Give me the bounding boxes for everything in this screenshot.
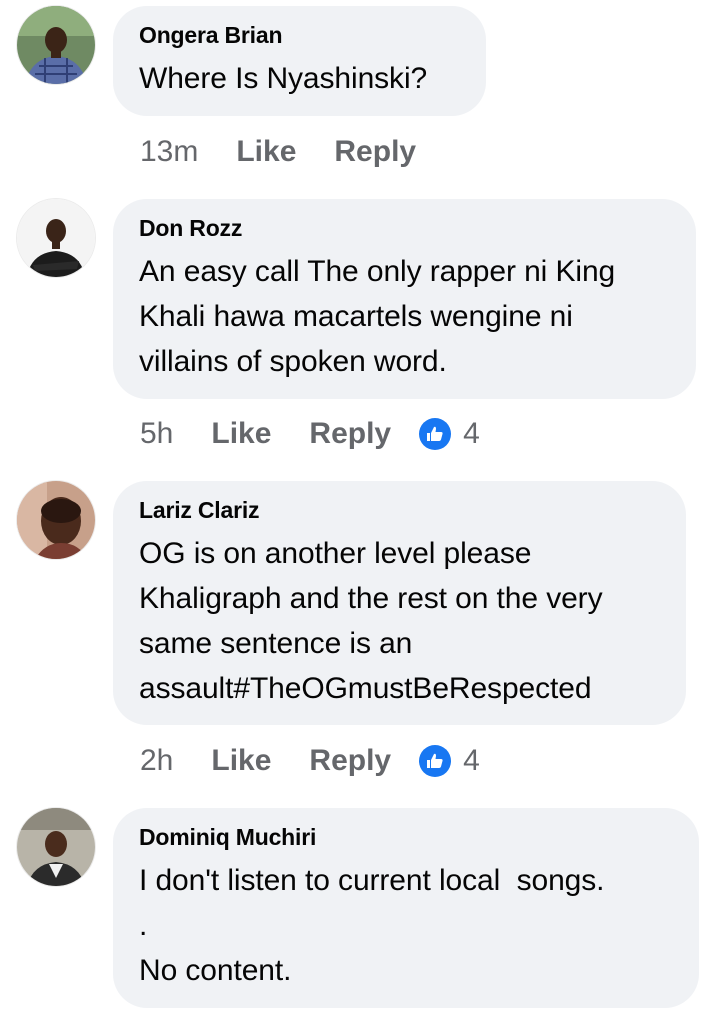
- reply-button[interactable]: Reply: [334, 135, 416, 169]
- comment-text: .: [139, 909, 148, 942]
- comment-author[interactable]: Dominiq Muchiri: [139, 824, 673, 850]
- comment-text: same sentence is an: [139, 627, 413, 660]
- avatar-photo-icon: [17, 481, 95, 559]
- comment-text: I don't listen to current local songs.: [139, 864, 605, 897]
- comment-bubble: Lariz Clariz OG is on another level plea…: [113, 481, 686, 725]
- comment-bubble: Don Rozz An easy call The only rapper ni…: [113, 199, 696, 399]
- comment-bubble: Dominiq Muchiri I don't listen to curren…: [113, 808, 699, 1008]
- comment-text: Khaligraph and the rest on the very: [139, 582, 603, 615]
- avatar-photo-icon: [17, 199, 95, 277]
- avatar[interactable]: [17, 481, 95, 559]
- comment-timestamp[interactable]: 2h: [140, 744, 173, 778]
- comment-actions: 5h Like Reply 4: [140, 414, 480, 454]
- comment-text: villains of spoken word.: [139, 345, 447, 378]
- reaction-summary[interactable]: 4: [419, 744, 480, 778]
- like-button[interactable]: Like: [211, 417, 271, 451]
- comment-timestamp[interactable]: 5h: [140, 417, 173, 451]
- comment-text: Khali hawa macartels wengine ni: [139, 300, 573, 333]
- comment-actions: 13m Like Reply: [140, 132, 454, 172]
- avatar-photo-icon: [17, 808, 95, 886]
- avatar[interactable]: [17, 199, 95, 277]
- like-button[interactable]: Like: [236, 135, 296, 169]
- comment-timestamp[interactable]: 13m: [140, 135, 198, 169]
- avatar[interactable]: [17, 6, 95, 84]
- avatar-photo-icon: [17, 6, 95, 84]
- comment-actions: 2h Like Reply 4: [140, 741, 480, 781]
- reply-button[interactable]: Reply: [309, 417, 391, 451]
- like-button[interactable]: Like: [211, 744, 271, 778]
- comment-author[interactable]: Ongera Brian: [139, 22, 460, 48]
- avatar[interactable]: [17, 808, 95, 886]
- thumbs-up-icon: [419, 418, 452, 450]
- comment-text: An easy call The only rapper ni King: [139, 255, 616, 288]
- comment-text: OG is on another level please: [139, 537, 532, 570]
- comment-text: assault#TheOGmustBeRespected: [139, 672, 592, 705]
- comment-author[interactable]: Lariz Clariz: [139, 497, 660, 523]
- comment-text: Where Is Nyashinski?: [139, 62, 428, 95]
- thumbs-up-icon: [419, 745, 452, 777]
- reaction-count: 4: [463, 744, 480, 777]
- reaction-count: 4: [463, 417, 480, 450]
- reaction-summary[interactable]: 4: [419, 417, 480, 451]
- reply-button[interactable]: Reply: [309, 744, 391, 778]
- comment-bubble: Ongera Brian Where Is Nyashinski?: [113, 6, 486, 116]
- comment-author[interactable]: Don Rozz: [139, 215, 670, 241]
- comment-text: No content.: [139, 954, 292, 987]
